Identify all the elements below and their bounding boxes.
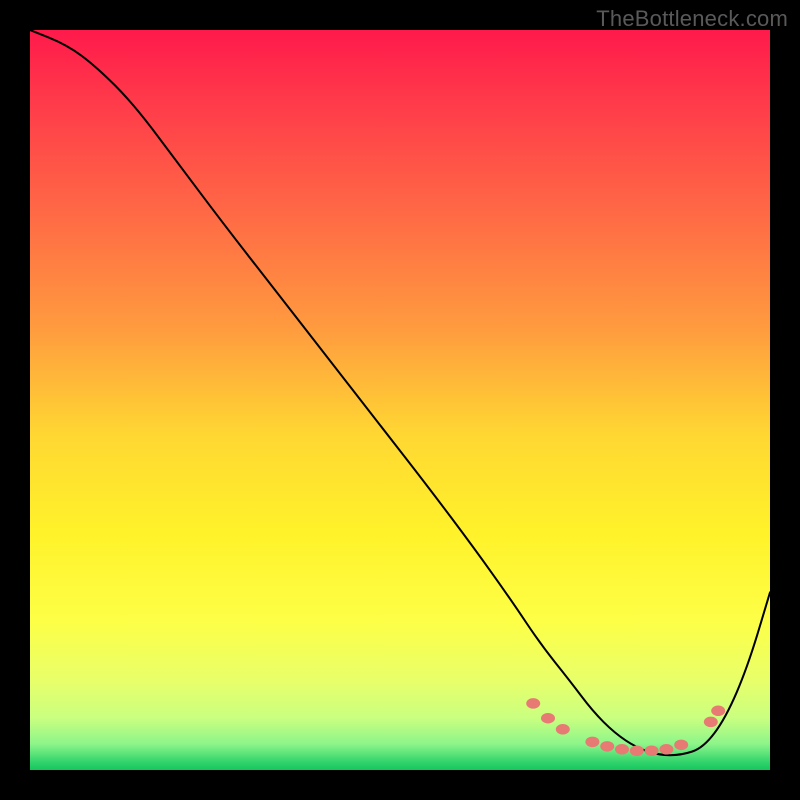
highlight-point	[526, 698, 540, 709]
highlight-point	[615, 744, 629, 755]
highlight-point	[674, 740, 688, 751]
highlight-point	[630, 746, 644, 757]
highlight-point	[585, 737, 599, 748]
highlight-point	[600, 741, 614, 752]
highlight-point	[556, 724, 570, 735]
bottleneck-chart	[30, 30, 770, 770]
chart-frame: TheBottleneck.com	[0, 0, 800, 800]
highlight-point	[711, 706, 725, 717]
highlight-point	[541, 713, 555, 724]
highlight-point	[659, 744, 673, 755]
plot-background	[30, 30, 770, 770]
attribution-label: TheBottleneck.com	[596, 6, 788, 32]
highlight-point	[645, 746, 659, 757]
highlight-point	[704, 717, 718, 728]
